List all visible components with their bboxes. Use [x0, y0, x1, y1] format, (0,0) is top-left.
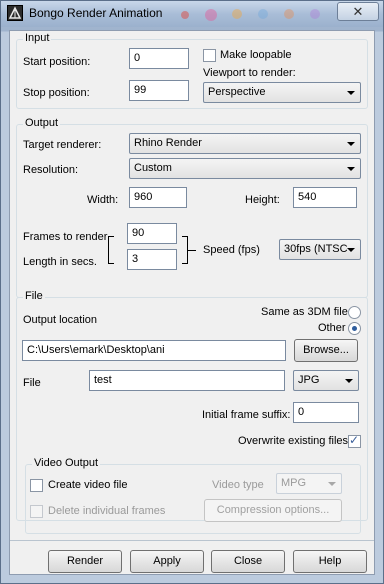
speed-fps-select[interactable]: 30fps (NTSC	[279, 239, 361, 260]
frame-suffix-input[interactable]: 0	[293, 402, 359, 423]
check-icon: ✓	[349, 433, 360, 447]
window-close-button[interactable]: ✕	[337, 2, 379, 21]
frames-to-render-label: Frames to render	[23, 231, 108, 243]
resolution-label: Resolution:	[23, 164, 79, 176]
viewport-select-value: Perspective	[208, 86, 266, 98]
input-group: Input Start position: 0 Stop position: 9…	[16, 32, 368, 109]
frames-left-bracket	[108, 236, 114, 264]
output-group: Output Target renderer: Rhino Render Res…	[16, 117, 368, 298]
target-renderer-select[interactable]: Rhino Render	[129, 133, 361, 154]
target-renderer-label: Target renderer:	[23, 139, 102, 151]
delete-frames-label: Delete individual frames	[48, 505, 166, 517]
chevron-down-icon	[345, 379, 353, 383]
make-loopable-checkbox[interactable]	[203, 49, 216, 62]
resolution-select[interactable]: Custom	[129, 158, 361, 179]
title-bar[interactable]: Bongo Render Animation ✕	[1, 1, 383, 27]
resolution-value: Custom	[134, 162, 172, 174]
apply-button[interactable]: Apply	[130, 550, 204, 573]
chevron-down-icon	[347, 142, 355, 146]
input-group-label: Input	[23, 32, 52, 44]
width-input[interactable]: 960	[129, 187, 187, 208]
video-type-label: Video type	[212, 479, 264, 491]
speed-connector	[188, 250, 196, 251]
window-title: Bongo Render Animation	[29, 6, 163, 20]
video-output-group-label: Video Output	[32, 457, 101, 469]
file-format-select[interactable]: JPG	[293, 370, 359, 391]
render-button[interactable]: Render	[48, 550, 122, 573]
video-type-value: MPG	[281, 477, 307, 489]
chevron-down-icon	[328, 482, 336, 486]
stop-position-label: Stop position:	[23, 87, 90, 99]
create-video-checkbox[interactable]	[30, 479, 43, 492]
chevron-down-icon	[347, 167, 355, 171]
delete-frames-checkbox[interactable]	[30, 505, 43, 518]
video-output-group: Video Output Create video file Video typ…	[25, 457, 361, 534]
overwrite-files-label: Overwrite existing files	[238, 435, 349, 447]
app-icon	[7, 5, 23, 21]
file-format-value: JPG	[298, 374, 320, 386]
close-button[interactable]: Close	[211, 550, 285, 573]
browse-button[interactable]: Browse...	[294, 339, 358, 362]
file-group: File Output location Same as 3DM file Ot…	[16, 290, 368, 534]
length-in-secs-label: Length in secs.	[23, 256, 97, 268]
file-label: File	[23, 377, 41, 389]
compression-options-button[interactable]: Compression options...	[204, 499, 342, 522]
height-label: Height:	[245, 194, 280, 206]
radio-selected-dot	[352, 326, 357, 331]
frame-suffix-label: Initial frame suffix:	[202, 409, 291, 421]
chevron-down-icon	[347, 248, 355, 252]
same-as-3dm-radio[interactable]	[348, 306, 361, 319]
length-in-secs-input[interactable]: 3	[127, 249, 177, 270]
make-loopable-label: Make loopable	[220, 49, 292, 61]
help-button[interactable]: Help	[293, 550, 367, 573]
file-group-label: File	[23, 290, 45, 302]
overwrite-files-checkbox[interactable]: ✓	[348, 433, 361, 448]
viewport-label: Viewport to render:	[203, 67, 296, 79]
output-group-label: Output	[23, 117, 61, 129]
stop-position-input[interactable]: 99	[129, 80, 189, 101]
height-input[interactable]: 540	[293, 187, 357, 208]
same-as-3dm-label: Same as 3DM file	[261, 306, 348, 318]
video-type-select[interactable]: MPG	[276, 473, 342, 494]
output-location-label: Output location	[23, 314, 97, 326]
create-video-label: Create video file	[48, 479, 128, 491]
speed-fps-label: Speed (fps)	[203, 244, 260, 256]
width-label: Width:	[87, 194, 119, 206]
bottom-separator	[10, 540, 374, 541]
file-name-input[interactable]: test	[89, 370, 285, 391]
output-path-input[interactable]: C:\Users\emark\Desktop\ani	[22, 340, 286, 361]
target-renderer-value: Rhino Render	[134, 137, 202, 149]
start-position-label: Start position:	[23, 56, 91, 68]
start-position-input[interactable]: 0	[129, 48, 189, 69]
frames-to-render-input[interactable]: 90	[127, 223, 177, 244]
chevron-down-icon	[347, 91, 355, 95]
other-location-radio[interactable]	[348, 322, 361, 335]
dialog-client-area: Input Start position: 0 Stop position: 9…	[9, 30, 375, 575]
other-location-label: Other	[318, 322, 346, 334]
taskbar-glow-icons	[181, 9, 320, 21]
viewport-select[interactable]: Perspective	[203, 82, 361, 103]
speed-fps-value: 30fps (NTSC	[284, 243, 348, 255]
dialog-window: Bongo Render Animation ✕ Input Start pos…	[0, 0, 384, 584]
